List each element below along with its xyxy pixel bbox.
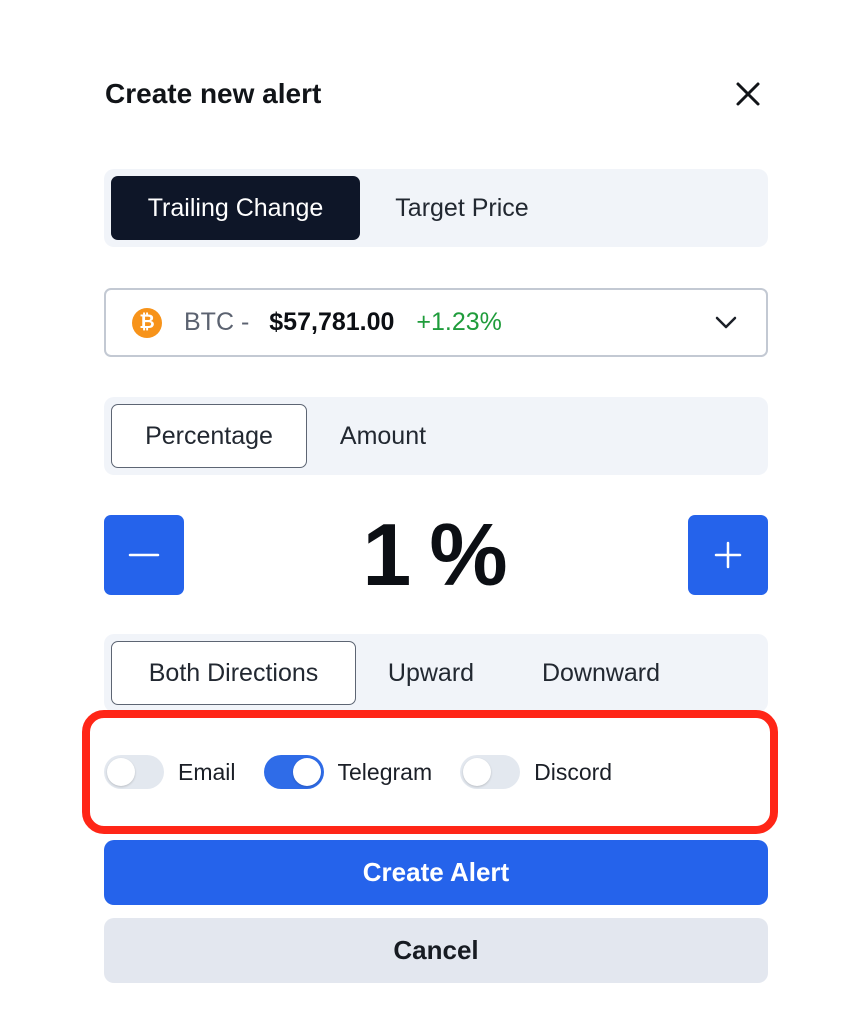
step-value: 1 <box>362 505 412 604</box>
alert-type-tabs: Trailing Change Target Price <box>104 169 768 247</box>
cancel-button[interactable]: Cancel <box>104 918 768 983</box>
coin-price: $57,781.00 <box>269 308 395 336</box>
tab-label: Target Price <box>395 193 529 222</box>
tab-label: Trailing Change <box>147 193 324 222</box>
direction-tabs: Both Directions Upward Downward <box>104 634 768 712</box>
tab-trailing-change[interactable]: Trailing Change <box>111 176 360 240</box>
plus-icon <box>714 541 742 569</box>
step-value-display: 1 % <box>200 505 670 605</box>
toggle-knob <box>107 758 135 786</box>
email-toggle[interactable]: Email <box>104 755 236 789</box>
coin-change: +1.23% <box>416 308 502 336</box>
discord-label: Discord <box>534 758 613 785</box>
coin-symbol: BTC - <box>184 308 250 336</box>
tab-percentage[interactable]: Percentage <box>111 404 307 468</box>
telegram-label: Telegram <box>337 758 433 785</box>
tab-amount[interactable]: Amount <box>307 404 459 468</box>
email-switch[interactable] <box>104 755 164 789</box>
tab-label: Downward <box>541 658 661 687</box>
discord-toggle[interactable]: Discord <box>460 755 612 789</box>
decrement-button[interactable] <box>104 515 184 595</box>
tab-both-directions[interactable]: Both Directions <box>111 641 356 705</box>
tab-target-price[interactable]: Target Price <box>360 176 564 240</box>
email-label: Email <box>178 758 236 785</box>
tab-downward[interactable]: Downward <box>506 641 696 705</box>
bitcoin-icon: ₿ <box>132 307 162 338</box>
increment-button[interactable] <box>688 515 768 595</box>
tab-upward[interactable]: Upward <box>356 641 506 705</box>
toggle-knob <box>292 758 321 786</box>
close-button[interactable] <box>728 74 768 114</box>
toggle-knob <box>463 758 492 786</box>
step-unit: % <box>429 505 508 604</box>
tab-label: Both Directions <box>148 658 319 687</box>
minus-icon <box>128 553 160 557</box>
tab-label: Percentage <box>145 421 273 450</box>
dialog-title: Create new alert <box>105 78 322 109</box>
close-icon <box>736 82 760 106</box>
discord-switch[interactable] <box>460 755 521 789</box>
create-alert-button[interactable]: Create Alert <box>104 840 768 905</box>
telegram-toggle[interactable]: Telegram <box>263 755 433 789</box>
telegram-switch[interactable] <box>263 755 324 789</box>
chevron-down-icon <box>712 309 740 337</box>
mode-tabs: Percentage Amount <box>104 397 768 475</box>
notification-channels: Email Telegram Discord <box>104 748 612 796</box>
tab-label: Upward <box>387 658 475 687</box>
tab-label: Amount <box>339 421 427 450</box>
coin-select[interactable]: ₿ BTC - $57,781.00 +1.23% <box>104 288 768 357</box>
